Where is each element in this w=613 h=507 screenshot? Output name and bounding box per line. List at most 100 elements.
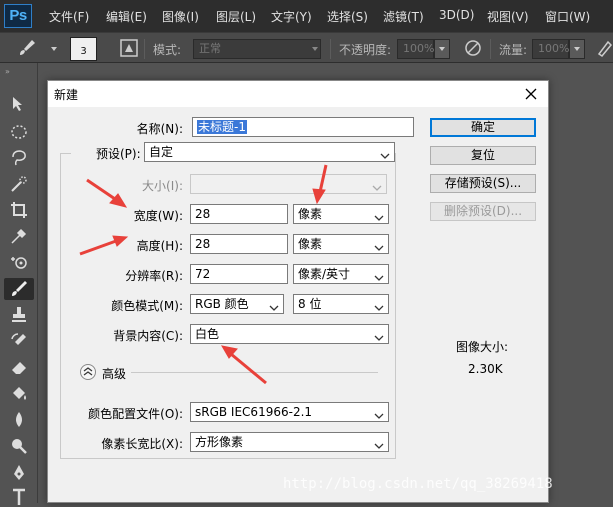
chevron-down-icon	[374, 408, 384, 426]
chevron-down-icon	[374, 210, 384, 228]
chevron-down-icon	[374, 270, 384, 288]
height-unit-value: 像素	[298, 237, 323, 251]
resolution-input[interactable]: 72	[190, 264, 288, 284]
image-size-label: 图像大小:	[456, 340, 509, 354]
width-label: 宽度(W):	[133, 209, 183, 223]
menu-3d[interactable]: 3D(D)	[439, 8, 474, 22]
image-size-value: 2.30K	[468, 362, 503, 376]
menu-layer[interactable]: 图层(L)	[216, 8, 256, 25]
height-input[interactable]: 28	[190, 234, 288, 254]
type-tool-icon[interactable]	[8, 485, 30, 507]
advanced-label: 高级	[102, 367, 127, 381]
brush-size-picker[interactable]: 3	[70, 37, 97, 61]
tools-panel: »	[0, 63, 38, 505]
size-select	[190, 174, 387, 194]
spot-healing-tool-icon[interactable]	[8, 252, 30, 274]
height-label: 高度(H):	[136, 239, 183, 253]
options-bar: 3 模式: 正常 不透明度: 100% 流量: 100%	[0, 32, 613, 63]
opacity-dropdown-button[interactable]	[434, 39, 450, 59]
dodge-tool-icon[interactable]	[8, 435, 30, 457]
quick-selection-tool-icon[interactable]	[8, 173, 30, 195]
name-value: 未标题-1	[197, 120, 247, 134]
marquee-tool-icon[interactable]	[8, 121, 30, 143]
clone-stamp-tool-icon[interactable]	[8, 304, 30, 326]
pixel-aspect-label: 像素长宽比(X):	[101, 437, 183, 451]
bit-depth-select[interactable]: 8 位	[293, 294, 389, 314]
opacity-label: 不透明度:	[339, 43, 392, 57]
menu-bar: Ps 文件(F) 编辑(E) 图像(I) 图层(L) 文字(Y) 选择(S) 滤…	[0, 0, 613, 32]
crop-tool-icon[interactable]	[8, 199, 30, 221]
airbrush-icon[interactable]	[594, 37, 613, 59]
watermark-text: http://blog.csdn.net/qq_38269418	[283, 476, 553, 492]
photoshop-logo: Ps	[4, 4, 32, 28]
menu-select[interactable]: 选择(S)	[327, 8, 368, 25]
chevron-down-icon	[374, 240, 384, 258]
flow-dropdown-button[interactable]	[569, 39, 585, 59]
chevron-down-icon	[372, 180, 382, 198]
color-mode-value: RGB 颜色	[195, 297, 249, 311]
opacity-value: 100%	[403, 42, 435, 55]
width-input[interactable]: 28	[190, 204, 288, 224]
lasso-tool-icon[interactable]	[8, 147, 30, 169]
menu-image[interactable]: 图像(I)	[162, 8, 199, 25]
reset-button[interactable]: 复位	[430, 146, 536, 165]
eraser-tool-icon[interactable]	[8, 356, 30, 378]
chevron-down-icon	[374, 330, 384, 348]
opacity-field[interactable]: 100%	[397, 39, 434, 59]
chevron-down-icon	[269, 300, 279, 318]
brush-preset-icon[interactable]	[16, 37, 38, 59]
paint-bucket-tool-icon[interactable]	[8, 383, 30, 405]
menu-view[interactable]: 视图(V)	[487, 8, 529, 25]
advanced-toggle-button[interactable]	[80, 364, 96, 380]
pressure-opacity-icon[interactable]	[462, 37, 484, 59]
color-mode-select[interactable]: RGB 颜色	[190, 294, 284, 314]
color-profile-label: 颜色配置文件(O):	[88, 407, 183, 421]
width-unit-select[interactable]: 像素	[293, 204, 389, 224]
resolution-label: 分辨率(R):	[125, 269, 183, 283]
move-tool-icon[interactable]	[8, 93, 30, 115]
panel-collapse-icon[interactable]: »	[5, 67, 10, 76]
menu-edit[interactable]: 编辑(E)	[106, 8, 147, 25]
pen-tool-icon[interactable]	[8, 462, 30, 484]
dialog-titlebar[interactable]: 新建	[48, 81, 548, 107]
name-label: 名称(N):	[136, 122, 183, 136]
name-input[interactable]: 未标题-1	[192, 117, 414, 137]
pixel-aspect-select[interactable]: 方形像素	[190, 432, 389, 452]
chevron-down-icon	[374, 300, 384, 318]
pixel-aspect-value: 方形像素	[195, 435, 244, 449]
height-unit-select[interactable]: 像素	[293, 234, 389, 254]
flow-label: 流量:	[499, 43, 528, 57]
dialog-title: 新建	[54, 88, 79, 102]
mode-value: 正常	[199, 42, 221, 55]
brush-panel-toggle-icon[interactable]	[118, 37, 140, 59]
save-preset-button[interactable]: 存储预设(S)...	[430, 174, 536, 193]
chevron-down-icon	[380, 148, 390, 166]
color-mode-label: 颜色模式(M):	[111, 299, 183, 313]
flow-field[interactable]: 100%	[532, 39, 569, 59]
flow-value: 100%	[538, 42, 570, 55]
background-value: 白色	[195, 327, 220, 341]
width-unit-value: 像素	[298, 207, 323, 221]
mode-dropdown-icon[interactable]	[312, 47, 318, 51]
size-label: 大小(I):	[142, 179, 183, 193]
mode-select[interactable]: 正常	[193, 39, 321, 59]
color-profile-select[interactable]: sRGB IEC61966-2.1	[190, 402, 389, 422]
brush-tool-icon[interactable]	[4, 278, 34, 300]
background-select[interactable]: 白色	[190, 324, 389, 344]
preset-select[interactable]: 自定	[144, 142, 395, 162]
menu-file[interactable]: 文件(F)	[49, 8, 89, 25]
close-icon[interactable]	[520, 83, 542, 105]
ok-button[interactable]: 确定	[430, 118, 536, 137]
delete-preset-button: 删除预设(D)...	[430, 202, 536, 221]
resolution-unit-select[interactable]: 像素/英寸	[293, 264, 389, 284]
chevron-down-icon	[374, 438, 384, 456]
brush-size-value: 3	[80, 46, 87, 57]
brush-preset-dropdown-icon[interactable]	[51, 47, 57, 51]
new-document-dialog: 新建 名称(N): 未标题-1 预设(P): 自定 大小(I): 宽度(W): …	[47, 80, 549, 503]
blur-tool-icon[interactable]	[8, 409, 30, 431]
eyedropper-tool-icon[interactable]	[8, 225, 30, 247]
history-brush-tool-icon[interactable]	[8, 330, 30, 352]
menu-filter[interactable]: 滤镜(T)	[383, 8, 424, 25]
menu-window[interactable]: 窗口(W)	[545, 8, 590, 25]
menu-type[interactable]: 文字(Y)	[271, 8, 312, 25]
